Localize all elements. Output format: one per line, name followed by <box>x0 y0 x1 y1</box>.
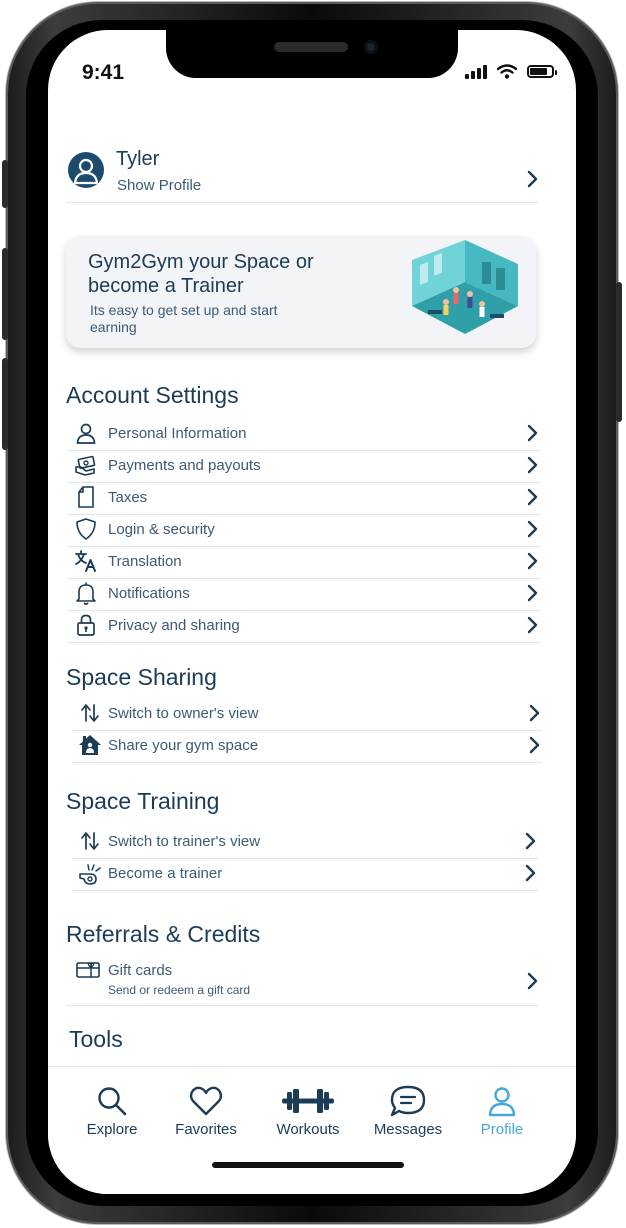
chevron-right-icon <box>527 972 538 990</box>
lock-icon <box>77 614 95 636</box>
account-item-translation[interactable]: Translation <box>68 546 540 579</box>
space-sharing-label: Share your gym space <box>108 737 259 754</box>
person-icon <box>76 423 96 444</box>
home-indicator[interactable] <box>212 1162 404 1168</box>
account-item-label: Personal Information <box>108 425 247 442</box>
tab-label: Workouts <box>276 1121 340 1138</box>
chevron-right-icon <box>527 456 538 474</box>
account-item-taxes[interactable]: Taxes <box>68 482 540 515</box>
profile-icon <box>488 1087 516 1117</box>
swap-icon <box>81 832 99 850</box>
chevron-right-icon <box>527 552 538 570</box>
chevron-right-icon <box>525 832 536 850</box>
account-item-personal-information[interactable]: Personal Information <box>68 418 540 451</box>
space-sharing-heading: Space Sharing <box>66 664 217 690</box>
account-item-label: Translation <box>108 553 182 570</box>
volume-down-button <box>2 358 8 450</box>
account-item-label: Privacy and sharing <box>108 617 240 634</box>
front-camera <box>364 40 378 54</box>
chevron-right-icon <box>527 488 538 506</box>
chevron-right-icon <box>527 616 538 634</box>
tools-heading: Tools <box>69 1026 123 1052</box>
search-icon <box>98 1087 127 1116</box>
whistle-icon <box>79 864 101 885</box>
mute-switch <box>2 160 8 208</box>
space-training-heading: Space Training <box>66 788 220 814</box>
chevron-right-icon <box>527 584 538 602</box>
account-item-label: Taxes <box>108 489 148 506</box>
account-item-label: Payments and payouts <box>108 457 261 474</box>
notch <box>166 30 458 78</box>
swap-icon <box>81 704 99 722</box>
tab-label: Profile <box>480 1121 524 1138</box>
account-item-label: Notifications <box>108 585 190 602</box>
gift-cards-row[interactable]: Gift cards Send or redeem a gift card <box>66 960 538 1006</box>
avatar-person-icon <box>73 158 99 185</box>
tab-messages[interactable]: Messages <box>358 1085 458 1138</box>
account-item-login-security[interactable]: Login & security <box>68 514 540 547</box>
space-training-become-trainer[interactable]: Become a trainer <box>72 858 538 891</box>
dumbbell-icon <box>282 1089 334 1113</box>
space-training-trainer-view[interactable]: Switch to trainer's view <box>72 826 538 859</box>
account-settings-heading: Account Settings <box>66 382 239 408</box>
gift-card-icon <box>76 962 100 978</box>
referrals-heading: Referrals & Credits <box>66 921 261 947</box>
chevron-right-icon <box>529 704 540 722</box>
payments-icon <box>75 455 96 476</box>
chevron-right-icon <box>525 864 536 882</box>
gift-cards-label: Gift cards <box>108 962 173 979</box>
chevron-right-icon <box>527 424 538 442</box>
gym-room-illustration <box>412 240 518 334</box>
wifi-icon <box>497 64 517 79</box>
space-training-label: Become a trainer <box>108 865 223 882</box>
battery-icon <box>527 65 557 78</box>
gift-cards-subtitle: Send or redeem a gift card <box>108 983 251 997</box>
profile-name: Tyler <box>116 148 160 170</box>
cellular-signal-icon <box>465 64 487 79</box>
chevron-right-icon <box>527 170 538 188</box>
speaker-grille <box>274 42 348 52</box>
space-training-label: Switch to trainer's view <box>108 833 261 850</box>
account-item-payments[interactable]: Payments and payouts <box>68 450 540 483</box>
host-promo-card[interactable]: Gym2Gym your Space or become a Trainer I… <box>66 236 536 348</box>
tab-label: Messages <box>373 1121 443 1138</box>
bottom-tab-bar: Explore Favorites Workouts Messages Prof… <box>48 1066 576 1194</box>
space-sharing-label: Switch to owner's view <box>108 705 259 722</box>
status-icons <box>465 64 557 79</box>
tab-explore[interactable]: Explore <box>62 1085 162 1138</box>
house-icon <box>79 735 101 755</box>
space-sharing-share-gym[interactable]: Share your gym space <box>72 730 542 763</box>
tab-profile[interactable]: Profile <box>452 1085 552 1138</box>
volume-up-button <box>2 248 8 340</box>
tab-workouts[interactable]: Workouts <box>258 1085 358 1138</box>
tab-label: Explore <box>86 1121 138 1138</box>
tab-label: Favorites <box>175 1121 237 1138</box>
account-item-label: Login & security <box>108 521 215 538</box>
bell-icon <box>76 582 96 605</box>
promo-body: Its easy to get set up and start earning <box>90 302 278 335</box>
show-profile-row[interactable]: Tyler Show Profile <box>66 148 538 203</box>
app-screen: 9:41 Tyler Show Profile Gym2Gym your Spa… <box>48 30 576 1194</box>
account-item-notifications[interactable]: Notifications <box>68 578 540 611</box>
chevron-right-icon <box>529 736 540 754</box>
translate-icon <box>75 550 96 572</box>
account-item-privacy[interactable]: Privacy and sharing <box>68 610 540 643</box>
document-icon <box>78 486 94 508</box>
show-profile-link[interactable]: Show Profile <box>117 177 201 194</box>
power-button <box>616 282 622 422</box>
promo-title: Gym2Gym your Space or become a Trainer <box>88 251 314 297</box>
avatar <box>68 152 104 188</box>
chat-icon <box>390 1085 426 1117</box>
chevron-right-icon <box>527 520 538 538</box>
tab-favorites[interactable]: Favorites <box>156 1085 256 1138</box>
space-sharing-owner-view[interactable]: Switch to owner's view <box>72 698 542 731</box>
status-time: 9:41 <box>82 61 125 84</box>
heart-icon <box>189 1086 223 1116</box>
shield-icon <box>76 518 96 540</box>
